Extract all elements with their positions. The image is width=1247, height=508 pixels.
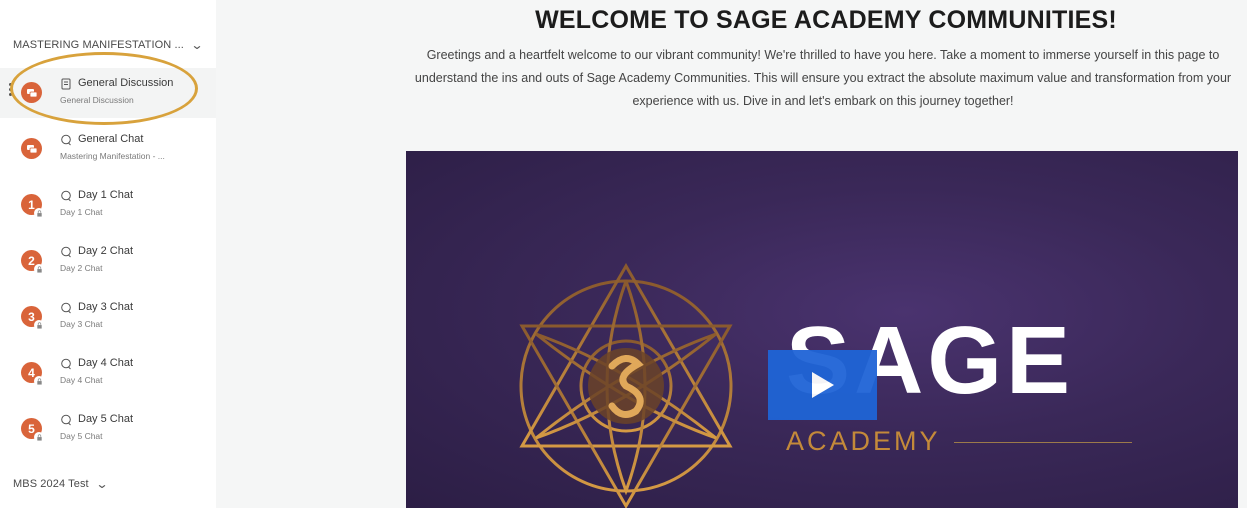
video-player[interactable]: SAGE ACADEMY <box>406 151 1238 508</box>
channel-day-3-chat[interactable]: 3 Day 3 Chat Day 3 Chat <box>0 292 216 342</box>
channel-title: Day 3 Chat <box>78 301 134 313</box>
channel-title: General Discussion <box>78 77 174 89</box>
channel-title: Day 1 Chat <box>78 189 134 201</box>
chat-bubble-icon <box>60 189 72 202</box>
chat-bubble-icon <box>60 357 72 370</box>
lock-icon <box>34 208 44 218</box>
page-title: WELCOME TO SAGE ACADEMY COMMUNITIES! <box>535 6 1117 34</box>
document-icon <box>60 77 72 90</box>
channel-subtitle: Day 4 Chat <box>60 375 103 385</box>
sidebar: MASTERING MANIFESTATION ... ⌄ General Di… <box>0 0 216 508</box>
channel-general-chat[interactable]: General Chat Mastering Manifestation - .… <box>0 124 216 174</box>
lock-icon <box>34 264 44 274</box>
main-content: WELCOME TO SAGE ACADEMY COMMUNITIES! Gre… <box>230 0 1247 508</box>
section-label: MBS 2024 Test <box>13 478 89 490</box>
channel-subtitle: General Discussion <box>60 95 134 105</box>
lock-icon <box>34 376 44 386</box>
lock-icon <box>34 320 44 330</box>
section-label: MASTERING MANIFESTATION ... <box>13 39 184 51</box>
chevron-down-icon: ⌄ <box>190 38 204 52</box>
channel-day-4-chat[interactable]: 4 Day 4 Chat Day 4 Chat <box>0 348 216 398</box>
channel-subtitle: Mastering Manifestation - ... <box>60 151 165 161</box>
channel-day-2-chat[interactable]: 2 Day 2 Chat Day 2 Chat <box>0 236 216 286</box>
channel-title: Day 2 Chat <box>78 245 134 257</box>
drag-handle-icon[interactable] <box>9 83 13 98</box>
channel-title: General Chat <box>78 133 144 145</box>
chat-icon <box>21 138 42 159</box>
channel-title: Day 4 Chat <box>78 357 134 369</box>
lock-icon <box>34 432 44 442</box>
channel-day-1-chat[interactable]: 1 Day 1 Chat Day 1 Chat <box>0 180 216 230</box>
channel-subtitle: Day 2 Chat <box>60 263 103 273</box>
channel-subtitle: Day 5 Chat <box>60 431 103 441</box>
chat-bubble-icon <box>60 245 72 258</box>
play-icon <box>811 372 834 398</box>
academy-logo-text: ACADEMY <box>786 426 941 456</box>
play-button[interactable] <box>768 350 877 420</box>
chevron-down-icon: ⌄ <box>95 477 109 491</box>
channel-title: Day 5 Chat <box>78 413 134 425</box>
sage-emblem-icon <box>519 263 733 508</box>
channel-subtitle: Day 1 Chat <box>60 207 103 217</box>
welcome-text: Greetings and a heartfelt welcome to our… <box>414 48 1232 108</box>
section-header-mastering-manifestation[interactable]: MASTERING MANIFESTATION ... ⌄ <box>13 38 204 52</box>
channel-general-discussion[interactable]: General Discussion General Discussion <box>0 68 216 118</box>
channel-day-5-chat[interactable]: 5 Day 5 Chat Day 5 Chat <box>0 404 216 454</box>
logo-divider <box>954 442 1132 443</box>
chat-icon <box>21 82 42 103</box>
chat-bubble-icon <box>60 133 72 146</box>
chat-bubble-icon <box>60 413 72 426</box>
section-header-mbs-2024-test[interactable]: MBS 2024 Test ⌄ <box>13 477 109 491</box>
channel-subtitle: Day 3 Chat <box>60 319 103 329</box>
chat-bubble-icon <box>60 301 72 314</box>
